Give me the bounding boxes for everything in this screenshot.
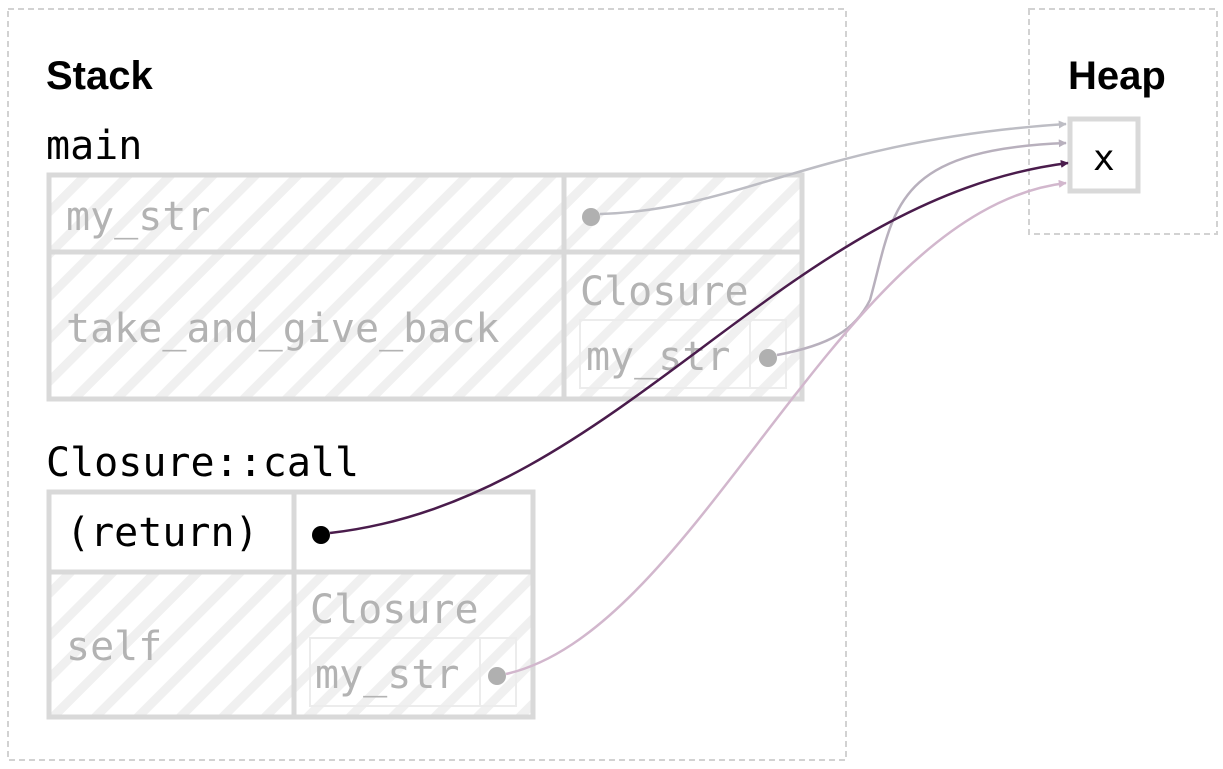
- heap-title: Heap: [1068, 54, 1166, 98]
- var-name-take_and_give_back: take_and_give_back: [66, 306, 499, 352]
- frame-closure-call: (return) self Closure my_str: [46, 489, 536, 720]
- var-name-my_str: my_str: [66, 194, 211, 240]
- memory-diagram: Stack Heap main my_str take_and_give_bac…: [7, 8, 1218, 761]
- frame-main: my_str take_and_give_back Closure my_str: [46, 172, 805, 402]
- closure-field-main-my_str: my_str: [586, 334, 731, 380]
- var-name-self: self: [66, 624, 162, 670]
- pointer-dot-return: [312, 526, 330, 544]
- heap-cell-x-label: x: [1093, 138, 1115, 179]
- pointer-dot-main-my_str: [582, 208, 600, 226]
- pointer-dot-self: [488, 667, 506, 685]
- closure-type-label-call: Closure: [310, 587, 479, 633]
- arrow-main-closure-to-heap: [776, 139, 1067, 357]
- pointer-dot-main-closure: [759, 349, 777, 367]
- closure-field-call-my_str: my_str: [315, 652, 460, 698]
- closure-type-label-main: Closure: [580, 269, 749, 315]
- var-name-return: (return): [66, 510, 259, 556]
- stack-title: Stack: [46, 54, 153, 98]
- frame-title-main: main: [46, 123, 142, 169]
- frame-title-closure-call: Closure::call: [46, 440, 359, 486]
